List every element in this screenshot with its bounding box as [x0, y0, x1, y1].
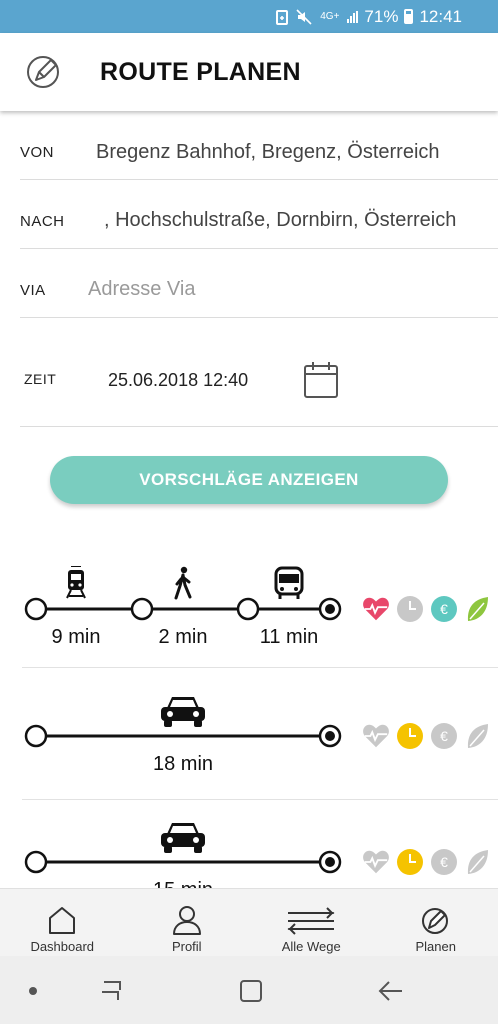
- time-field-row[interactable]: ZEIT 25.06.2018 12:40: [0, 319, 498, 427]
- via-label: VIA: [20, 282, 46, 299]
- via-input[interactable]: Adresse Via: [88, 278, 195, 301]
- nav-label: Alle Wege: [281, 939, 341, 954]
- mute-icon: [296, 8, 312, 25]
- recent-apps-icon[interactable]: [100, 978, 126, 1004]
- time-score-icon: [397, 723, 423, 749]
- svg-text:€: €: [440, 728, 448, 744]
- status-bar: 4G+ 71% 12:41: [0, 0, 498, 33]
- route-option[interactable]: 9 min 2 min 11 min €: [0, 540, 498, 668]
- segment-duration: 11 min: [259, 626, 319, 648]
- segment-duration: 9 min: [51, 626, 101, 648]
- time-score-icon: [397, 596, 423, 622]
- bus-icon: [274, 566, 304, 599]
- page-title: ROUTE PLANEN: [100, 58, 301, 86]
- battery-percent: 71%: [364, 6, 399, 26]
- signal-icon: [347, 10, 359, 23]
- segment-duration: 18 min: [152, 753, 214, 775]
- walk-icon: [174, 566, 192, 600]
- system-nav-bar: [0, 956, 498, 1024]
- via-field-row[interactable]: VIA Adresse Via: [0, 250, 498, 318]
- route-option[interactable]: 18 min €: [0, 672, 498, 800]
- route-scores: €: [362, 595, 492, 623]
- eco-score-icon: [467, 850, 488, 874]
- nav-profil[interactable]: Profil: [125, 889, 250, 956]
- car-icon: [161, 697, 205, 727]
- nav-label: Profil: [171, 939, 202, 954]
- routes-icon: [287, 907, 335, 935]
- car-icon: [161, 823, 205, 853]
- battery-saver-icon: [276, 9, 289, 25]
- eco-score-icon: [467, 724, 488, 748]
- from-label: VON: [20, 144, 55, 161]
- stop-dot: [130, 597, 154, 621]
- dot-icon[interactable]: [28, 986, 38, 996]
- time-input[interactable]: 25.06.2018 12:40: [108, 370, 248, 391]
- from-input[interactable]: Bregenz Bahnhof, Bregenz, Österreich: [96, 141, 440, 164]
- health-score-icon: [363, 597, 389, 621]
- to-field-row[interactable]: NACH , Hochschulstraße, Dornbirn, Österr…: [0, 181, 498, 249]
- pencil-circle-icon[interactable]: [26, 53, 62, 89]
- nav-label: Dashboard: [30, 939, 95, 954]
- show-suggestions-button[interactable]: VORSCHLÄGE ANZEIGEN: [50, 456, 448, 504]
- nav-planen[interactable]: Planen: [374, 889, 498, 956]
- to-input[interactable]: , Hochschulstraße, Dornbirn, Österreich: [104, 209, 456, 232]
- pencil-circle-icon: [421, 908, 448, 934]
- segment-duration: 2 min: [158, 626, 208, 648]
- calendar-icon[interactable]: [303, 361, 339, 399]
- train-icon: [66, 566, 86, 599]
- home-square-icon[interactable]: [238, 978, 264, 1004]
- bottom-nav: Dashboard Profil Alle Wege Planen: [0, 888, 498, 956]
- divider: [22, 667, 498, 668]
- to-label: NACH: [20, 213, 65, 230]
- home-icon: [49, 907, 76, 934]
- nav-dashboard[interactable]: Dashboard: [0, 889, 125, 956]
- cost-score-icon: €: [431, 723, 457, 749]
- time-score-icon: [397, 849, 423, 875]
- divider: [20, 426, 498, 427]
- network-type: 4G+: [320, 11, 340, 22]
- route-scores: €: [362, 848, 492, 876]
- back-icon[interactable]: [378, 978, 404, 1004]
- status-icons: 4G+: [276, 8, 359, 25]
- battery-icon: [404, 9, 414, 24]
- cost-score-icon: €: [431, 849, 457, 875]
- route-option[interactable]: 15 min €: [0, 799, 498, 888]
- stop-dot: [24, 850, 48, 874]
- route-scores: €: [362, 722, 492, 750]
- nav-alle-wege[interactable]: Alle Wege: [249, 889, 374, 956]
- from-field-row[interactable]: VON Bregenz Bahnhof, Bregenz, Österreich: [0, 112, 498, 180]
- route-list[interactable]: 9 min 2 min 11 min € 18 min € €: [0, 540, 498, 888]
- cost-score-icon: €: [431, 596, 457, 622]
- app-bar: ROUTE PLANEN: [0, 33, 498, 111]
- stop-dot: [24, 724, 48, 748]
- health-score-icon: [363, 724, 389, 748]
- divider: [20, 317, 498, 318]
- health-score-icon: [363, 850, 389, 874]
- nav-label: Planen: [415, 939, 456, 954]
- stop-dot: [24, 597, 48, 621]
- svg-text:€: €: [440, 854, 448, 870]
- eco-score-icon: [467, 597, 488, 621]
- person-icon: [172, 906, 201, 935]
- segment-duration: 15 min: [153, 879, 213, 888]
- clock: 12:41: [419, 6, 462, 26]
- time-label: ZEIT: [24, 371, 57, 387]
- divider: [20, 248, 498, 249]
- stop-dot: [236, 597, 260, 621]
- divider: [20, 179, 498, 180]
- svg-text:€: €: [440, 601, 448, 617]
